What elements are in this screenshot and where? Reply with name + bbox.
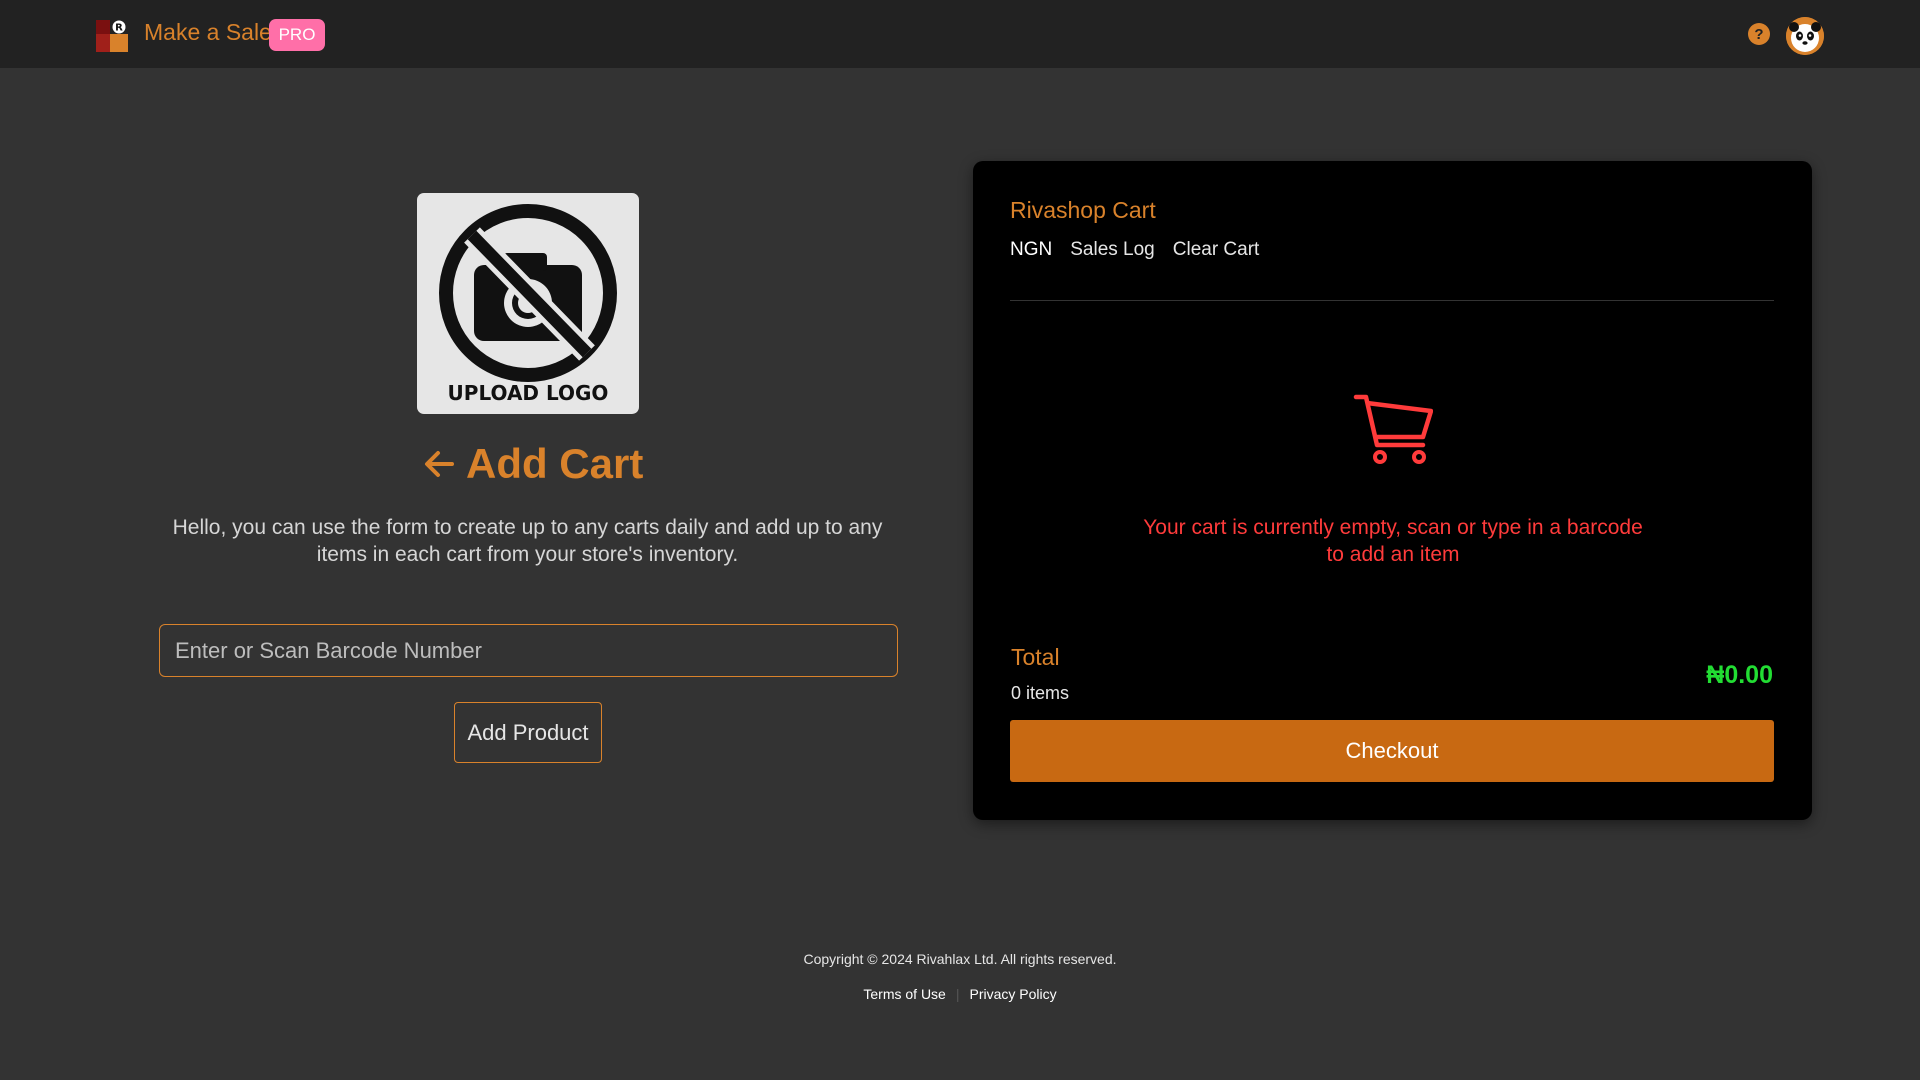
upload-logo-label: UPLOAD LOGO	[447, 381, 609, 405]
back-arrow-icon[interactable]	[422, 447, 456, 481]
add-product-button[interactable]: Add Product	[454, 702, 602, 763]
upload-logo-button[interactable]: UPLOAD LOGO	[417, 193, 639, 414]
pro-badge: PRO	[269, 19, 325, 51]
checkout-button[interactable]: Checkout	[1010, 720, 1774, 782]
terms-of-use-link[interactable]: Terms of Use	[863, 986, 945, 1002]
clear-cart-link[interactable]: Clear Cart	[1173, 239, 1260, 261]
footer-links: Terms of Use | Privacy Policy	[0, 986, 1920, 1002]
shopping-cart-icon	[1353, 391, 1434, 476]
avatar[interactable]	[1786, 17, 1824, 55]
barcode-input[interactable]	[159, 624, 898, 677]
top-bar: R Make a Sale PRO ?	[0, 0, 1920, 68]
items-count: 0 items	[1011, 683, 1070, 703]
cart-divider	[1010, 300, 1774, 301]
brand-logo-letter: R	[115, 23, 123, 34]
sales-log-link[interactable]: Sales Log	[1070, 239, 1155, 261]
app-title: Make a Sale	[144, 19, 272, 45]
cart-title: Rivashop Cart	[1010, 197, 1156, 223]
footer-separator: |	[955, 986, 960, 1002]
copyright-text: Copyright © 2024 Rivahlax Ltd. All right…	[803, 951, 1117, 967]
cart-nav: NGN Sales Log Clear Cart	[1010, 239, 1259, 261]
intro-text: Hello, you can use the form to create up…	[172, 516, 883, 566]
cart-panel: Rivashop Cart NGN Sales Log Clear Cart Y…	[973, 161, 1812, 820]
panda-avatar-icon	[1786, 17, 1824, 55]
total-label: Total	[1011, 644, 1060, 670]
currency-ngn-tab[interactable]: NGN	[1010, 239, 1052, 261]
brand-logo-icon[interactable]: R	[96, 20, 128, 52]
privacy-policy-link[interactable]: Privacy Policy	[969, 986, 1056, 1002]
no-camera-icon	[439, 204, 617, 382]
empty-cart-message: Your cart is currently empty, scan or ty…	[1143, 516, 1643, 566]
page-title-text: Add Cart	[466, 440, 644, 487]
help-icon[interactable]: ?	[1748, 23, 1770, 45]
page-title: Add Cart	[422, 438, 643, 490]
total-amount: ₦0.00	[1706, 661, 1773, 689]
